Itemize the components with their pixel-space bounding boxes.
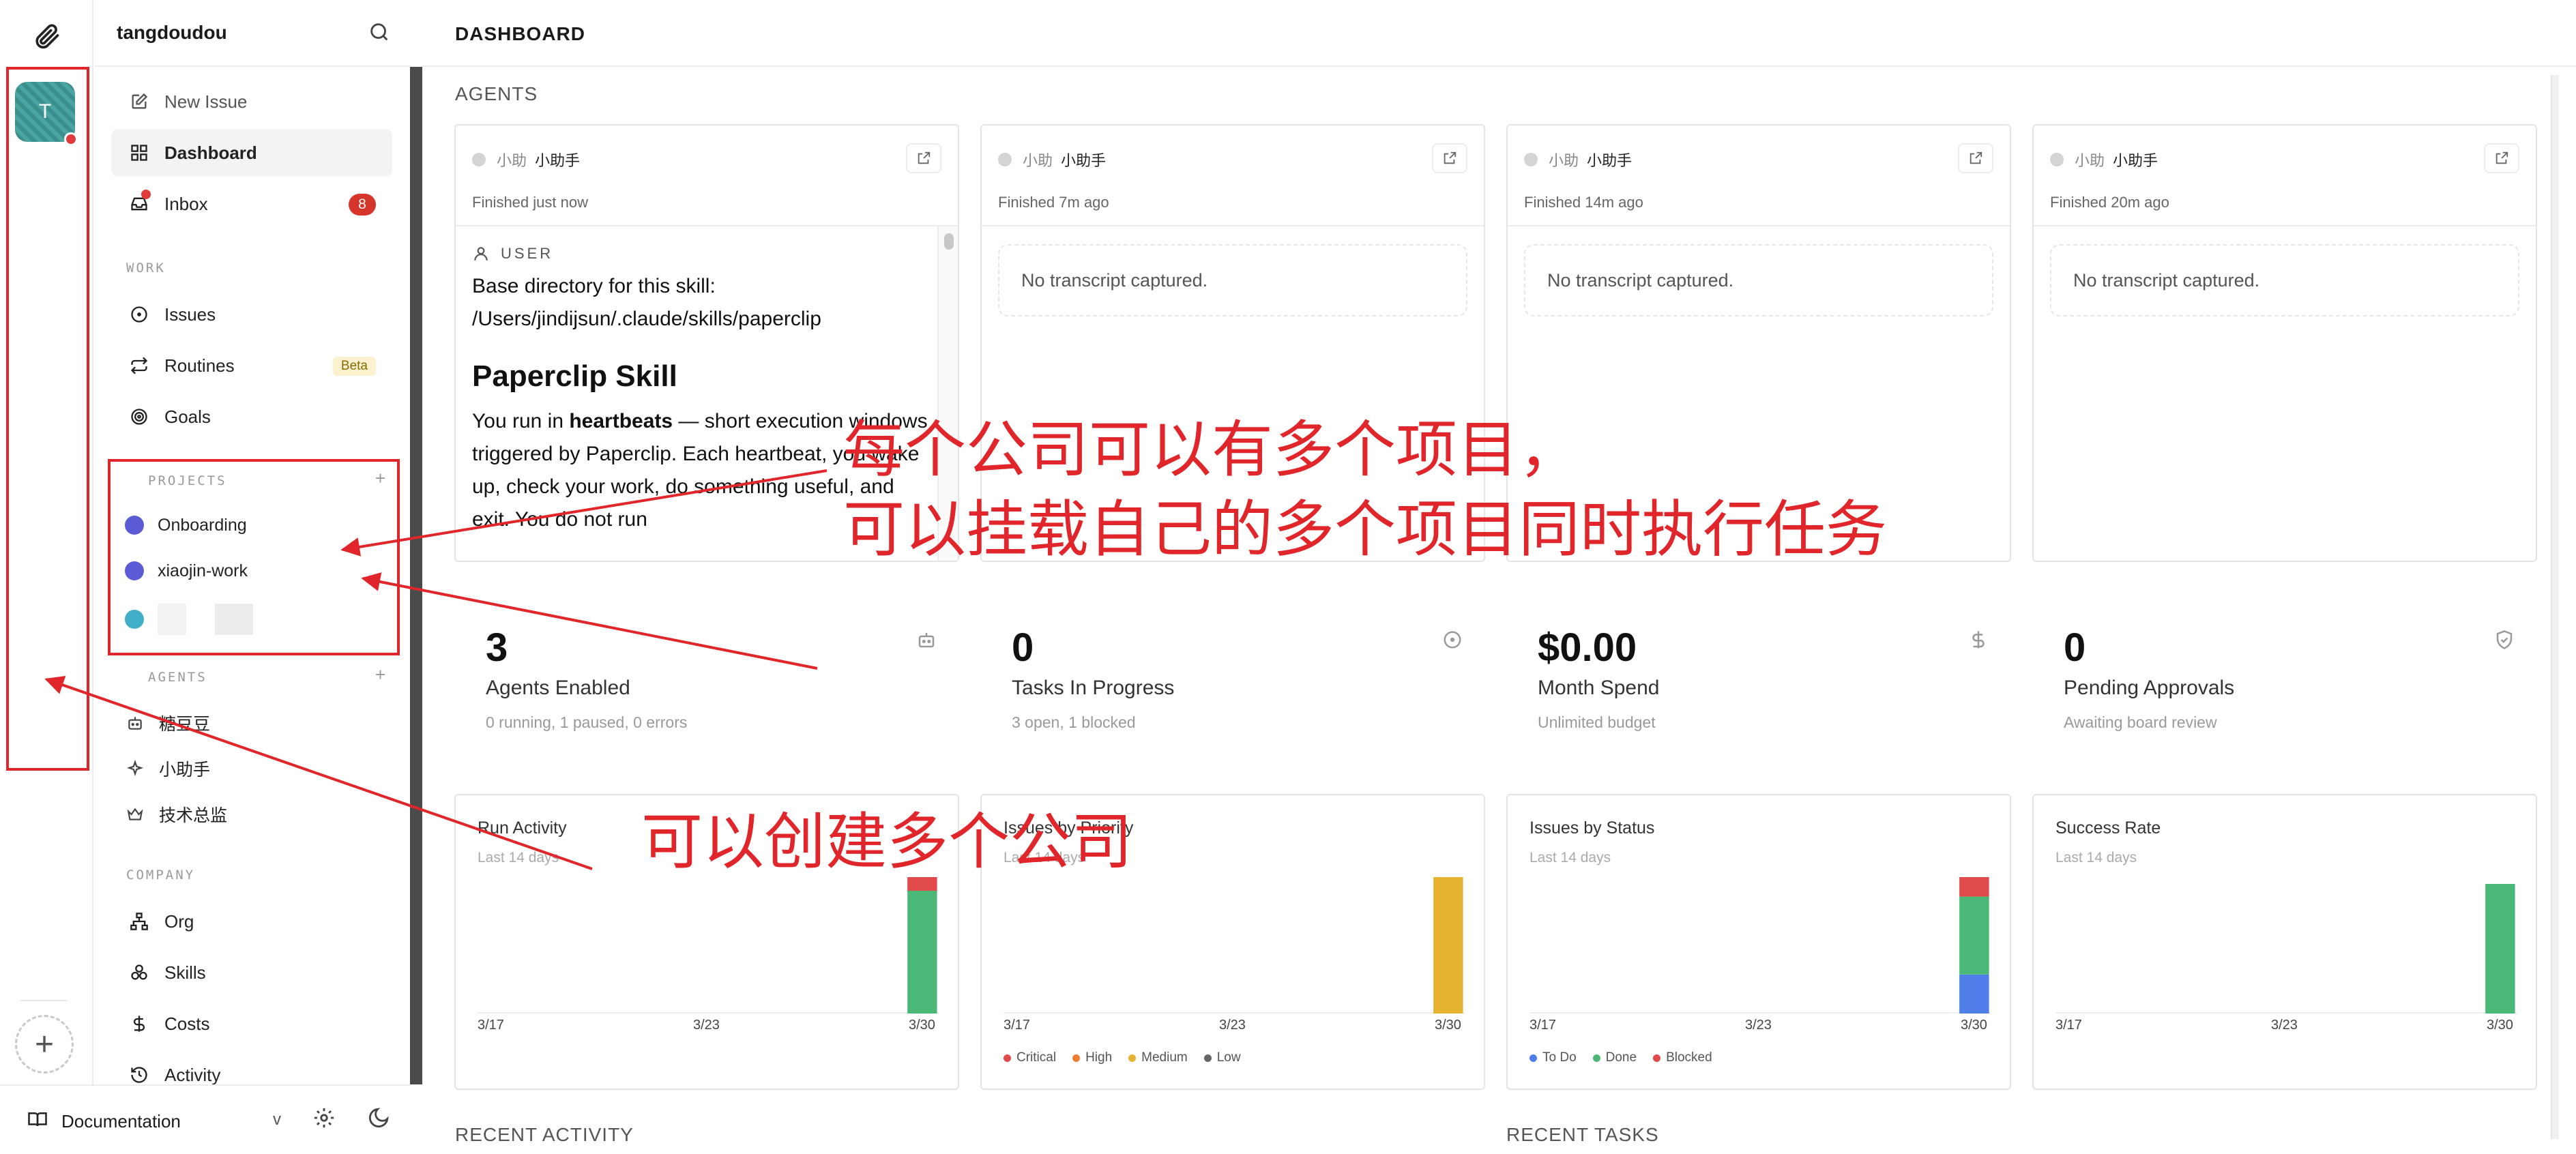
annotation-arrow (340, 469, 828, 557)
annotation-arrow (44, 676, 593, 870)
annotation-text-companies: 可以创建多个公司 (641, 806, 1132, 878)
annotation-text-projects-1: 每个公司可以有多个项目， (843, 414, 1580, 486)
annotation-text-projects-2: 可以挂载自己的多个项目同时执行任务 (843, 494, 1887, 565)
annotation-arrow (361, 572, 818, 670)
annotation-arrows (44, 469, 828, 870)
